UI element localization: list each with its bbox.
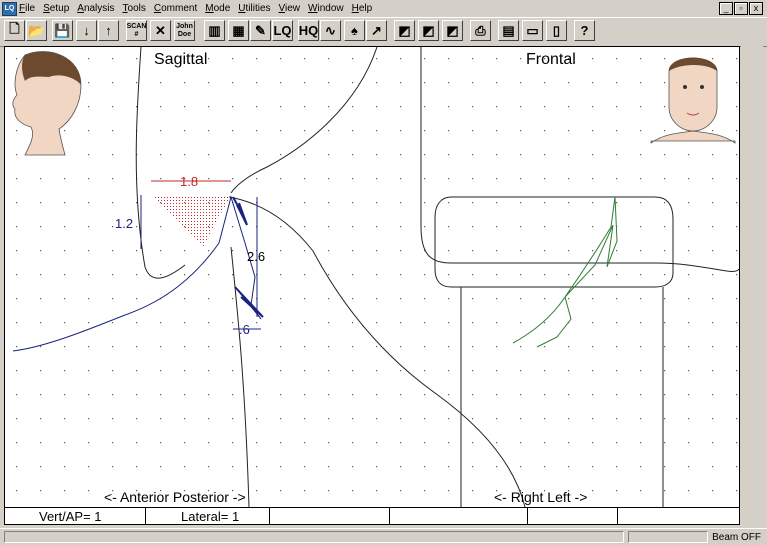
measure-vertical-label: 1.2 bbox=[115, 216, 133, 231]
grid-dots bbox=[5, 47, 739, 507]
restore-button[interactable]: ▫ bbox=[734, 2, 748, 15]
menu-items: File Setup Analysis Tools Comment Mode Utiliti… bbox=[19, 3, 372, 14]
right-left-label: <- Right Left -> bbox=[494, 489, 588, 505]
patient-name-button[interactable]: John Doe bbox=[174, 20, 195, 41]
close-button[interactable]: x bbox=[749, 2, 763, 15]
window-controls: _ ▫ x bbox=[719, 2, 763, 15]
new-file-icon[interactable]: 🗋 bbox=[4, 20, 25, 41]
plot-svg: 1.8 1.2 2.6 .6 bbox=[5, 47, 739, 507]
menu-item-file[interactable]: File bbox=[19, 3, 35, 14]
status-cell-3 bbox=[269, 508, 390, 524]
disabled-tool-icon[interactable]: ✕ bbox=[150, 20, 171, 41]
status-panel-main bbox=[4, 531, 624, 543]
menu-item-tools[interactable]: Tools bbox=[123, 3, 146, 14]
vert-ap-value: Vert/AP= 1 bbox=[39, 509, 102, 524]
waveform-icon[interactable]: ∿ bbox=[320, 20, 341, 41]
help-cursor-icon[interactable]: ? bbox=[574, 20, 595, 41]
menu-bar: LQ File Setup Analysis Tools Comment Mode Util… bbox=[0, 0, 767, 17]
menu-item-setup[interactable]: Setup bbox=[43, 3, 69, 14]
status-cell-lateral: Lateral= 1 bbox=[145, 508, 270, 524]
minimize-button[interactable]: _ bbox=[719, 2, 733, 15]
beam-status: Beam OFF bbox=[712, 532, 761, 543]
status-panel-2 bbox=[628, 531, 708, 543]
vertical-scrollbar[interactable] bbox=[741, 46, 763, 526]
frontal-title: Frontal bbox=[526, 51, 576, 68]
measure-horizontal-label: 1.8 bbox=[180, 174, 198, 189]
status-cell-4 bbox=[389, 508, 528, 524]
anterior-posterior-label: <- Anterior Posterior -> bbox=[104, 489, 246, 505]
sagittal-title: Sagittal bbox=[154, 51, 208, 68]
save-icon[interactable]: 💾 bbox=[52, 20, 73, 41]
lq-icon[interactable]: LQ bbox=[272, 20, 293, 41]
pencil-icon[interactable]: ✎ bbox=[250, 20, 271, 41]
app-icon[interactable]: LQ bbox=[2, 2, 17, 16]
menu-item-window[interactable]: Window bbox=[308, 3, 344, 14]
layer-3-icon[interactable]: ◩ bbox=[442, 20, 463, 41]
hq-icon[interactable]: HQ bbox=[298, 20, 319, 41]
measure-small-label: .6 bbox=[239, 322, 250, 337]
menu-item-view[interactable]: View bbox=[279, 3, 301, 14]
printer-icon[interactable]: ⎙ bbox=[470, 20, 491, 41]
sweep-icon[interactable]: ↗ bbox=[366, 20, 387, 41]
menu-item-help[interactable]: Help bbox=[352, 3, 373, 14]
menu-item-analysis[interactable]: Analysis bbox=[77, 3, 114, 14]
layout-1-icon[interactable]: ▤ bbox=[498, 20, 519, 41]
toolbar: 🗋 📂 💾 ↓ ↑ SCAN # ✕ John Doe ▥ ▦ ✎ LQ HQ ∿ ♠ ↗ ◩ ◩ ◩ ⎙ ▤ ▭ ▯? bbox=[0, 17, 767, 47]
menu-item-utilities[interactable]: Utilities bbox=[238, 3, 270, 14]
bar-chart-icon[interactable]: ▦ bbox=[228, 20, 249, 41]
status-cell-vert-ap: Vert/AP= 1 bbox=[5, 508, 146, 524]
status-cell-5 bbox=[527, 508, 618, 524]
menu-item-mode[interactable]: Mode bbox=[205, 3, 230, 14]
plot-canvas[interactable]: 1.8 1.2 2.6 .6 Sagittal Frontal <- Anter… bbox=[4, 46, 740, 508]
chart-icon[interactable]: ▥ bbox=[204, 20, 225, 41]
layer-1-icon[interactable]: ◩ bbox=[394, 20, 415, 41]
open-folder-icon[interactable]: 📂 bbox=[26, 20, 47, 41]
menu-item-comment[interactable]: Comment bbox=[154, 3, 197, 14]
scan-number-button[interactable]: SCAN # bbox=[126, 20, 147, 41]
layout-3-icon[interactable]: ▯ bbox=[546, 20, 567, 41]
arrow-up-icon[interactable]: ↑ bbox=[98, 20, 119, 41]
bottom-status-bar: Beam OFF bbox=[0, 528, 767, 545]
ink-icon[interactable]: ♠ bbox=[344, 20, 365, 41]
status-row: Vert/AP= 1 Lateral= 1 bbox=[4, 507, 740, 525]
arrow-down-icon[interactable]: ↓ bbox=[76, 20, 97, 41]
layer-2-icon[interactable]: ◩ bbox=[418, 20, 439, 41]
layout-2-icon[interactable]: ▭ bbox=[522, 20, 543, 41]
measure-diagonal-label: 2.6 bbox=[247, 249, 265, 264]
lateral-value: Lateral= 1 bbox=[181, 509, 240, 524]
